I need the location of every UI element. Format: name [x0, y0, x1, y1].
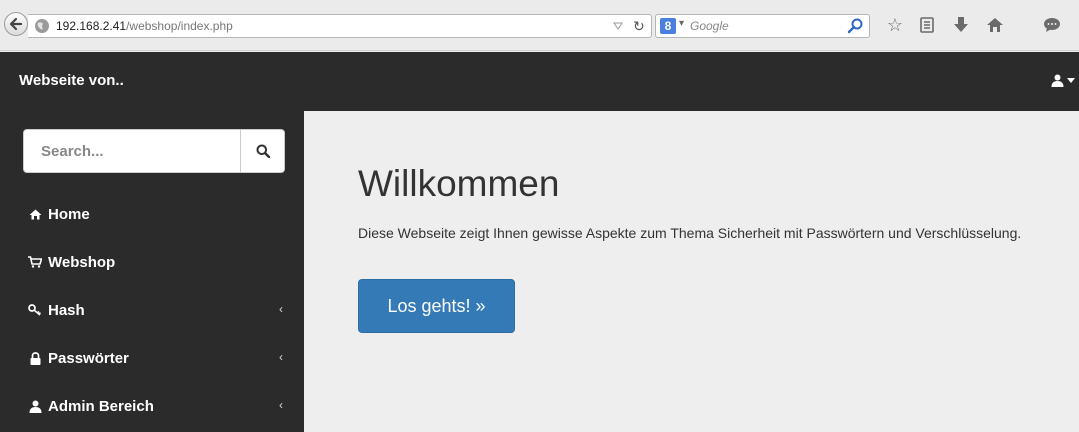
sidebar-item-label: Home — [48, 205, 90, 223]
home-icon[interactable] — [984, 14, 1006, 36]
sidebar-item-label: Webshop — [48, 253, 116, 271]
search-icon — [256, 144, 270, 158]
brand-link[interactable]: Webseite von.. — [19, 72, 124, 89]
chevron-left-icon: ‹ — [279, 302, 283, 316]
cart-icon — [28, 256, 42, 268]
top-navbar: Webseite von.. — [0, 52, 1079, 111]
key-icon — [28, 304, 42, 316]
browser-search-bar[interactable]: 8 ▾ Google — [655, 14, 870, 38]
browser-toolbar: 192.168.2.41/webshop/index.php ↻ 8 ▾ Goo… — [0, 0, 1079, 51]
download-icon[interactable] — [950, 14, 972, 36]
bookmark-star-icon[interactable]: ☆ — [884, 14, 906, 36]
lock-icon — [28, 351, 42, 365]
los-gehts-button[interactable]: Los gehts! » — [358, 279, 515, 333]
reload-icon[interactable]: ↻ — [633, 18, 645, 35]
user-icon — [1051, 74, 1064, 87]
url-text: 192.168.2.41/webshop/index.php — [56, 19, 233, 33]
main-content: Willkommen Diese Webseite zeigt Ihnen ge… — [304, 111, 1079, 432]
chevron-left-icon: ‹ — [279, 350, 283, 364]
sidebar-item-label: Admin Bereich — [48, 397, 154, 415]
reading-list-icon[interactable] — [916, 14, 938, 36]
sidebar-item-admin-bereich[interactable]: Admin Bereich ‹ — [0, 382, 304, 430]
magnifier-icon[interactable] — [847, 18, 863, 34]
sidebar-item-passwoerter[interactable]: Passwörter ‹ — [0, 334, 304, 382]
page-title: Willkommen — [358, 163, 560, 204]
dropdown-triangle-icon[interactable] — [613, 21, 623, 31]
user-menu-toggle[interactable] — [1051, 74, 1075, 87]
chat-icon[interactable] — [1041, 14, 1063, 36]
globe-icon — [35, 19, 49, 33]
sidebar-item-hash[interactable]: Hash ‹ — [0, 286, 304, 334]
search-engine-placeholder: Google — [690, 19, 729, 33]
arrow-left-icon — [9, 17, 23, 31]
intro-text: Diese Webseite zeigt Ihnen gewisse Aspek… — [358, 225, 1022, 241]
sidebar: Home Webshop Hash ‹ Passwörter ‹ Admin B… — [0, 111, 304, 432]
home-icon — [28, 209, 42, 220]
caret-down-icon — [1067, 77, 1075, 83]
sidebar-item-webshop[interactable]: Webshop — [0, 238, 304, 286]
user-icon — [28, 400, 42, 413]
google-icon[interactable]: 8 — [660, 18, 676, 34]
search-button[interactable] — [240, 130, 285, 172]
sidebar-search — [23, 129, 285, 173]
sidebar-item-label: Hash — [48, 301, 85, 319]
caret-down-icon[interactable]: ▾ — [679, 18, 684, 29]
sidebar-item-home[interactable]: Home — [0, 190, 304, 238]
sidebar-item-label: Passwörter — [48, 349, 129, 367]
search-input[interactable] — [24, 130, 240, 172]
chevron-left-icon: ‹ — [279, 398, 283, 412]
back-button[interactable] — [4, 12, 28, 36]
url-bar[interactable]: 192.168.2.41/webshop/index.php ↻ — [28, 14, 652, 38]
